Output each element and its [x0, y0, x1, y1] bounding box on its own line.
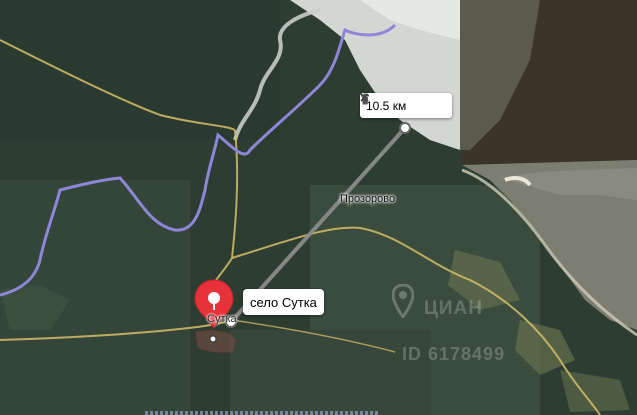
place-tooltip: село Сутка [243, 289, 324, 315]
village-label-sutka: Сутка [207, 313, 237, 325]
map-canvas[interactable]: Сутка Прозорово 10.5 км село Сутка ЦИАН … [0, 0, 637, 415]
distance-value: 10.5 км [366, 98, 407, 113]
trash-icon[interactable] [361, 93, 426, 113]
ruler-end-point[interactable] [399, 122, 411, 134]
distance-tooltip: 10.5 км [360, 93, 453, 118]
close-icon[interactable] [360, 93, 446, 113]
village-label-prozorovo: Прозорово [340, 193, 396, 205]
map-pin-icon[interactable] [192, 278, 236, 336]
satellite-imagery [0, 0, 637, 415]
